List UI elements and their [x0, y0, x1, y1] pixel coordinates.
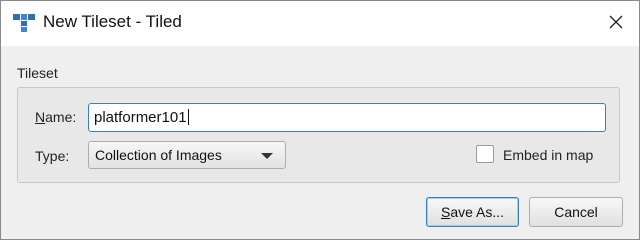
type-label: Type:: [35, 148, 70, 164]
tiled-app-icon: [12, 13, 36, 33]
type-select-value: Collection of Images: [95, 147, 222, 163]
chevron-down-icon: [261, 153, 273, 159]
tileset-group: Name: platformer101 Type: Collection of …: [17, 87, 620, 183]
text-caret: [187, 109, 189, 125]
new-tileset-dialog: New Tileset - Tiled Tileset Name: platfo…: [0, 0, 640, 240]
save-as-button[interactable]: Save As...: [426, 197, 519, 227]
tileset-group-label: Tileset: [17, 65, 58, 81]
name-label: Name:: [35, 109, 77, 125]
name-input[interactable]: platformer101: [88, 103, 606, 132]
close-icon: [609, 15, 623, 32]
cancel-button[interactable]: Cancel: [529, 197, 623, 227]
name-input-value: platformer101: [94, 109, 187, 126]
window-title: New Tileset - Tiled: [43, 12, 182, 31]
embed-in-map-label[interactable]: Embed in map: [503, 147, 593, 163]
title-bar: New Tileset - Tiled: [1, 1, 639, 46]
close-button[interactable]: [593, 1, 639, 46]
type-select[interactable]: Collection of Images: [88, 141, 286, 169]
embed-in-map-checkbox[interactable]: [476, 145, 494, 163]
